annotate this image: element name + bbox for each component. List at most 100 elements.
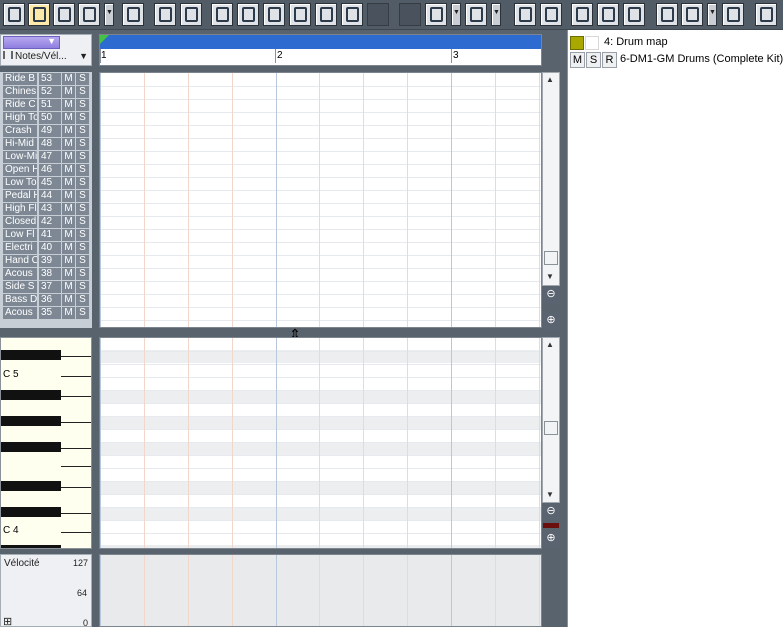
- black-key[interactable]: [1, 416, 61, 426]
- velocity-lane[interactable]: [99, 554, 542, 627]
- drum-name[interactable]: Acous: [3, 307, 37, 319]
- track-color-swatch[interactable]: [570, 36, 584, 50]
- piano-keyboard[interactable]: C 5 C 4: [0, 337, 92, 549]
- drum-row[interactable]: High Fl 43 M S: [1, 203, 91, 215]
- drum-name[interactable]: Low To: [3, 177, 37, 189]
- black-key[interactable]: [1, 507, 61, 517]
- drum-mute-button[interactable]: M: [62, 177, 75, 189]
- zoom-out-icon[interactable]: ⊖: [542, 504, 560, 521]
- piano-roll-grid[interactable]: [99, 337, 542, 549]
- drum-name[interactable]: Chines: [3, 86, 37, 98]
- drum-solo-button[interactable]: S: [76, 307, 89, 319]
- drum-row[interactable]: Low-Mi 47 M S: [1, 151, 91, 163]
- scroll-down-icon[interactable]: ▼: [546, 490, 554, 499]
- mute-button[interactable]: M: [570, 52, 585, 68]
- drum-mute-button[interactable]: M: [62, 307, 75, 319]
- black-key[interactable]: [1, 390, 61, 400]
- notes-velocity-label[interactable]: Notes/Vél...: [3, 51, 67, 62]
- grid-resolution-button[interactable]: [180, 3, 202, 26]
- drum-solo-button[interactable]: S: [76, 190, 89, 202]
- scroll-up-icon[interactable]: ▲: [546, 75, 554, 84]
- sort-order-button[interactable]: [465, 3, 487, 26]
- drum-row[interactable]: Ride B 53 M S: [1, 73, 91, 85]
- drum-solo-button[interactable]: S: [76, 164, 89, 176]
- drum-mute-button[interactable]: M: [62, 229, 75, 241]
- layout-a-button[interactable]: [571, 3, 593, 26]
- drum-name[interactable]: Closed: [3, 216, 37, 228]
- chevron-down-icon[interactable]: ▼: [451, 3, 461, 26]
- drum-vertical-scrollbar[interactable]: ▲ ▼: [542, 72, 560, 286]
- drum-grid[interactable]: [99, 72, 542, 328]
- drum-row[interactable]: High To 50 M S: [1, 112, 91, 124]
- drum-name[interactable]: Hi-Mid: [3, 138, 37, 150]
- drum-mute-button[interactable]: M: [62, 294, 75, 306]
- zoom-in-icon[interactable]: ⊕: [542, 313, 560, 330]
- drum-mute-button[interactable]: M: [62, 125, 75, 137]
- draw-tool-button[interactable]: [28, 3, 50, 26]
- drum-name[interactable]: Open H: [3, 164, 37, 176]
- record-button[interactable]: R: [602, 52, 617, 68]
- drum-row[interactable]: Hand C 39 M S: [1, 255, 91, 267]
- half-note-button[interactable]: [237, 3, 259, 26]
- view-left-button[interactable]: [514, 3, 536, 26]
- drum-row[interactable]: Low Fl 41 M S: [1, 229, 91, 241]
- drum-row[interactable]: Bass D 36 M S: [1, 294, 91, 306]
- playback-button[interactable]: [722, 3, 744, 26]
- select-tool-button[interactable]: [3, 3, 25, 26]
- drum-row[interactable]: Pedal H 44 M S: [1, 190, 91, 202]
- drum-mute-button[interactable]: M: [62, 190, 75, 202]
- drum-row[interactable]: Chines 52 M S: [1, 86, 91, 98]
- start-marker-icon[interactable]: [100, 35, 109, 44]
- black-key[interactable]: [1, 442, 61, 452]
- layout-b-button[interactable]: [597, 3, 619, 26]
- expand-icon[interactable]: ⊞: [3, 615, 12, 627]
- mute-tool-button[interactable]: [122, 3, 144, 26]
- inspector-toggle-button[interactable]: [656, 3, 678, 26]
- view-bottom-button[interactable]: [540, 3, 562, 26]
- drum-mute-button[interactable]: M: [62, 203, 75, 215]
- drum-name[interactable]: Acous: [3, 268, 37, 280]
- filter-dropdown[interactable]: ▼: [3, 36, 60, 49]
- drum-row[interactable]: Acous 38 M S: [1, 268, 91, 280]
- drum-row[interactable]: Ride C 51 M S: [1, 99, 91, 111]
- drum-name[interactable]: Low-Mi: [3, 151, 37, 163]
- whole-note-button[interactable]: [211, 3, 233, 26]
- drum-mute-button[interactable]: M: [62, 255, 75, 267]
- drum-name[interactable]: Pedal H: [3, 190, 37, 202]
- drum-solo-button[interactable]: S: [76, 73, 89, 85]
- drum-name[interactable]: Ride B: [3, 73, 37, 85]
- scroll-up-icon[interactable]: ▲: [546, 340, 554, 349]
- black-key[interactable]: [1, 481, 61, 491]
- drum-solo-button[interactable]: S: [76, 294, 89, 306]
- drum-mute-button[interactable]: M: [62, 138, 75, 150]
- track-view-button[interactable]: [681, 3, 703, 26]
- marker-band[interactable]: [100, 35, 541, 49]
- drum-name[interactable]: Bass D: [3, 294, 37, 306]
- scroll-down-icon[interactable]: ▼: [546, 272, 554, 281]
- drum-mute-button[interactable]: M: [62, 281, 75, 293]
- drum-solo-button[interactable]: S: [76, 229, 89, 241]
- drum-solo-button[interactable]: S: [76, 86, 89, 98]
- quarter-note-button[interactable]: [263, 3, 285, 26]
- drum-name[interactable]: Crash: [3, 125, 37, 137]
- drum-solo-button[interactable]: S: [76, 99, 89, 111]
- drum-solo-button[interactable]: S: [76, 177, 89, 189]
- piano-vertical-scrollbar[interactable]: ▲ ▼: [542, 337, 560, 503]
- drum-solo-button[interactable]: S: [76, 216, 89, 228]
- zoom-out-icon[interactable]: ⊖: [542, 287, 560, 304]
- black-key[interactable]: [1, 350, 61, 360]
- sixteenth-note-button[interactable]: [315, 3, 337, 26]
- scroll-thumb[interactable]: [544, 421, 558, 435]
- drum-row[interactable]: Crash 49 M S: [1, 125, 91, 137]
- drum-row[interactable]: Closed 42 M S: [1, 216, 91, 228]
- track-name[interactable]: 6-DM1-GM Drums (Complete Kit)*: [620, 53, 783, 65]
- drum-solo-button[interactable]: S: [76, 203, 89, 215]
- drum-row[interactable]: Electri 40 M S: [1, 242, 91, 254]
- snap-grid-button[interactable]: [425, 3, 447, 26]
- drum-solo-button[interactable]: S: [76, 268, 89, 280]
- chevron-down-icon[interactable]: ▼: [491, 3, 501, 26]
- erase-tool-button[interactable]: [53, 3, 75, 26]
- drum-name[interactable]: Ride C: [3, 99, 37, 111]
- drum-mute-button[interactable]: M: [62, 112, 75, 124]
- drum-mute-button[interactable]: M: [62, 99, 75, 111]
